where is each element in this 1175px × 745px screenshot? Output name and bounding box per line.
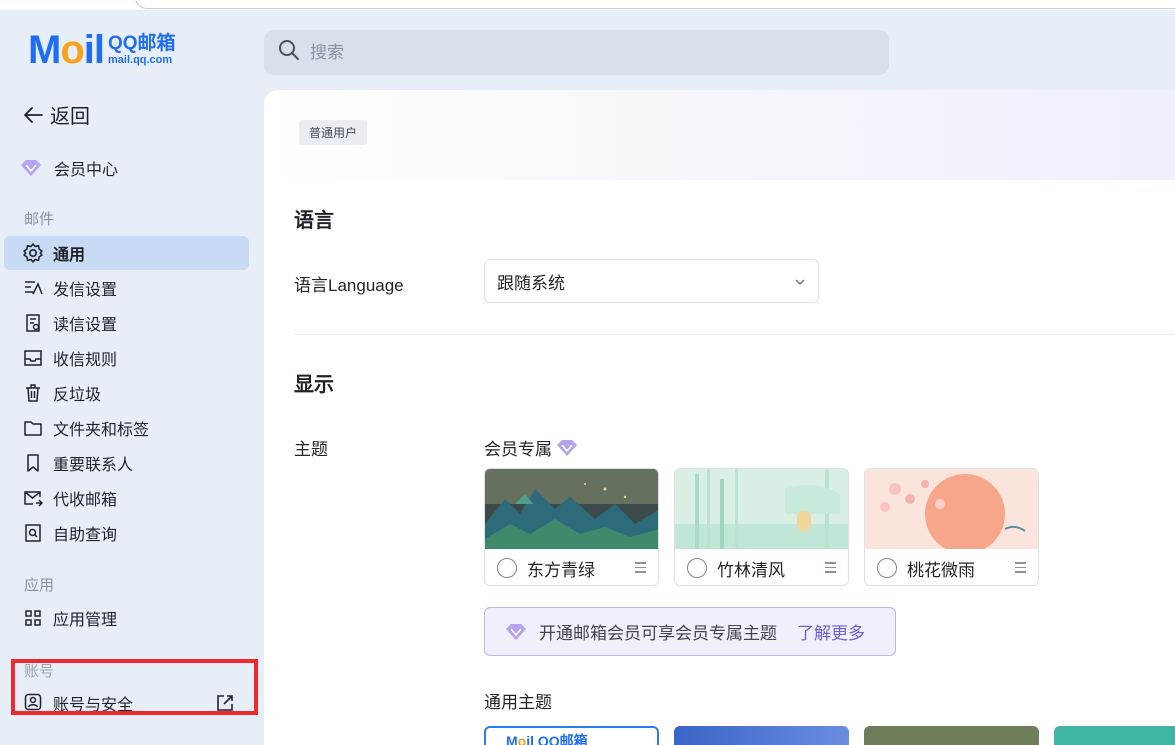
general-theme-card-teal[interactable] — [1054, 726, 1175, 745]
sidebar-item-label: 文件夹和标签 — [53, 422, 150, 439]
user-shield-icon — [22, 691, 44, 713]
display-section-title: 显示 — [294, 374, 334, 396]
folder-icon — [22, 417, 44, 439]
theme-name: 东方青绿 — [527, 560, 595, 580]
theme-name: 竹林清风 — [717, 560, 785, 580]
sidebar-item-app-management[interactable]: 应用管理 — [4, 601, 249, 635]
section-mail-label: 邮件 — [24, 211, 55, 228]
promo-text: 开通邮箱会员可享会员专属主题 — [539, 624, 777, 643]
section-app-label: 应用 — [24, 577, 55, 594]
sidebar-item-label: 通用 — [53, 247, 86, 264]
theme-thumbnail — [865, 469, 1038, 554]
section-account-label: 账号 — [24, 663, 55, 680]
menu-icon[interactable] — [825, 562, 836, 576]
theme-radio[interactable] — [687, 558, 707, 578]
general-theme-card-blue[interactable] — [674, 726, 849, 745]
vip-center-link[interactable]: 会员中心 — [20, 156, 118, 180]
sidebar-item-self-query[interactable]: 自助查询 — [4, 516, 249, 550]
vip-themes-label-text: 会员专属 — [484, 440, 552, 459]
sidebar-item-read-settings[interactable]: 读信设置 — [4, 306, 249, 340]
gear-icon — [22, 242, 44, 264]
language-section-title: 语言 — [294, 210, 334, 232]
learn-more-link[interactable]: 了解更多 — [797, 619, 865, 644]
vip-themes-label: 会员专属 — [484, 435, 578, 460]
sidebar-item-label: 反垃圾 — [53, 387, 102, 404]
general-themes-label: 通用主题 — [484, 693, 552, 712]
inbox-rule-icon — [22, 347, 44, 369]
logo-brand: QQ邮箱 — [108, 33, 176, 54]
theme-default-preview-logo: Moil QQ邮箱 — [506, 733, 588, 745]
theme-radio[interactable] — [497, 558, 517, 578]
browser-tab-edge — [135, 0, 1175, 9]
sidebar-item-mail-collect[interactable]: 代收邮箱 — [4, 481, 249, 515]
back-button[interactable]: 返回 — [22, 100, 90, 129]
sidebar-item-label: 收信规则 — [53, 352, 118, 369]
diamond-icon — [557, 439, 577, 456]
arrow-left-icon — [24, 106, 43, 123]
theme-card-taohua-weiyu[interactable]: 桃花微雨 — [864, 468, 1039, 586]
logo-mail-text: Moil — [28, 28, 105, 72]
diamond-icon — [21, 160, 41, 176]
external-link-icon[interactable] — [215, 693, 235, 715]
theme-thumbnail — [485, 469, 658, 549]
grid-icon — [22, 607, 44, 629]
sidebar-item-inbox-rules[interactable]: 收信规则 — [4, 341, 249, 375]
sidebar-item-folders-tags[interactable]: 文件夹和标签 — [4, 411, 249, 445]
browser-top-edge — [0, 0, 1175, 10]
general-theme-card-olive[interactable] — [864, 726, 1039, 745]
sidebar-item-account-security[interactable]: 账号与安全 — [4, 685, 249, 715]
sidebar-item-label: 应用管理 — [53, 612, 118, 629]
read-settings-icon — [22, 312, 44, 334]
qq-mail-logo[interactable]: Moil QQ邮箱 mail.qq.com — [28, 28, 176, 72]
sidebar-item-label: 代收邮箱 — [53, 492, 118, 509]
search-bar[interactable] — [264, 30, 889, 75]
vip-center-label: 会员中心 — [54, 162, 119, 179]
general-theme-card-default[interactable]: Moil QQ邮箱 — [484, 726, 659, 745]
sidebar-item-important-contacts[interactable]: 重要联系人 — [4, 446, 249, 480]
theme-name: 桃花微雨 — [907, 560, 975, 580]
sidebar-item-general[interactable]: 通用 — [4, 236, 249, 270]
sidebar-item-send-settings[interactable]: 发信设置 — [4, 271, 249, 305]
section-divider — [294, 334, 1175, 335]
theme-card-dongfang-qinglv[interactable]: 东方青绿 — [484, 468, 659, 586]
menu-icon[interactable] — [1015, 562, 1026, 576]
sidebar-item-label: 自助查询 — [53, 527, 118, 544]
sidebar-item-label: 重要联系人 — [53, 457, 134, 474]
settings-main: 普通用户 语言 语言Language 跟随系统 显示 主题 会员专属 东方青绿 — [264, 90, 1175, 745]
vip-promo-banner: 开通邮箱会员可享会员专属主题 了解更多 — [484, 607, 896, 656]
trash-icon — [22, 382, 44, 404]
user-level-badge: 普通用户 — [299, 120, 368, 145]
send-settings-icon — [22, 277, 44, 299]
sidebar-item-label: 账号与安全 — [53, 697, 134, 714]
logo-url: mail.qq.com — [108, 54, 173, 66]
sidebar-item-label: 读信设置 — [53, 317, 118, 334]
back-label: 返回 — [50, 106, 90, 128]
language-select-value: 跟随系统 — [497, 273, 565, 293]
theme-label: 主题 — [294, 440, 328, 459]
search-icon — [278, 39, 300, 66]
search-input[interactable] — [310, 42, 870, 63]
self-query-icon — [22, 522, 44, 544]
language-select[interactable]: 跟随系统 — [484, 259, 819, 303]
sidebar-item-label: 发信设置 — [53, 282, 118, 299]
chevron-down-icon — [794, 271, 806, 291]
bookmark-icon — [22, 452, 44, 474]
sidebar: 返回 会员中心 邮件 通用 发信设置 读信设置 收信规则 反垃圾 文件夹和标签 … — [0, 90, 264, 745]
mail-collect-icon — [22, 487, 44, 509]
theme-radio[interactable] — [877, 558, 897, 578]
language-label: 语言Language — [294, 276, 404, 295]
diamond-icon — [506, 623, 526, 640]
theme-card-zhulin-qingfeng[interactable]: 竹林清风 — [674, 468, 849, 586]
sidebar-item-anti-spam[interactable]: 反垃圾 — [4, 376, 249, 410]
theme-thumbnail — [675, 469, 848, 549]
menu-icon[interactable] — [635, 562, 646, 576]
main-header — [264, 90, 1175, 180]
